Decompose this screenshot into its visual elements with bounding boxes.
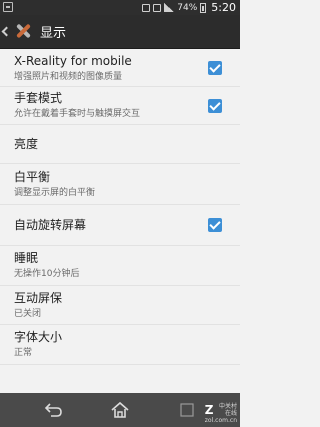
setting-white-balance[interactable]: 白平衡 调整显示屏的白平衡 <box>0 164 240 205</box>
navigation-bar: Z 中关村在线 zol.com.cn <box>0 393 240 427</box>
setting-title: 自动旋转屏幕 <box>14 217 87 232</box>
setting-title: 白平衡 <box>14 169 51 184</box>
setting-title: 互动屏保 <box>14 290 63 305</box>
setting-x-reality[interactable]: X-Reality for mobile 增强照片和视频的图像质量 <box>0 50 240 87</box>
setting-title: 字体大小 <box>14 330 63 344</box>
settings-tools-icon[interactable] <box>12 21 34 43</box>
status-bar: 74% 5:20 <box>0 0 240 15</box>
battery-icon <box>200 2 207 13</box>
battery-percent: 74% <box>177 2 198 13</box>
signal-icon <box>164 3 175 12</box>
page-title: 显示 <box>40 26 67 41</box>
setting-daydream[interactable]: 互动屏保 已关闭 <box>0 286 240 325</box>
home-button[interactable] <box>95 393 145 427</box>
notification-icon <box>3 2 13 12</box>
status-icons: 74% 5:20 <box>142 1 236 14</box>
setting-glove-mode[interactable]: 手套模式 允许在戴着手套时与触摸屏交互 <box>0 87 240 125</box>
action-bar: 显示 <box>0 15 240 49</box>
watermark-logo: Z <box>204 403 214 417</box>
checkbox-checked-icon[interactable] <box>208 61 222 75</box>
setting-title: X-Reality for mobile <box>14 53 132 68</box>
setting-summary: 调整显示屏的白平衡 <box>14 187 96 198</box>
setting-title: 亮度 <box>14 136 39 151</box>
setting-summary: 无操作10分钟后 <box>14 269 80 279</box>
setting-sleep[interactable]: 睡眠 无操作10分钟后 <box>0 246 240 286</box>
vibrate-icon <box>153 3 162 12</box>
setting-title: 手套模式 <box>14 91 63 105</box>
recent-apps-icon <box>180 403 194 417</box>
checkbox-checked-icon[interactable] <box>208 218 222 232</box>
setting-summary: 允许在戴着手套时与触摸屏交互 <box>14 109 141 119</box>
back-button[interactable] <box>28 393 78 427</box>
watermark-line2: zol.com.cn <box>204 417 237 424</box>
settings-list: X-Reality for mobile 增强照片和视频的图像质量 手套模式 允… <box>0 50 240 393</box>
up-navigation-icon[interactable] <box>0 15 10 49</box>
setting-font-size[interactable]: 字体大小 正常 <box>0 325 240 365</box>
setting-summary: 已关闭 <box>14 308 42 319</box>
back-arrow-icon <box>44 403 62 417</box>
setting-title: 睡眠 <box>14 251 39 265</box>
setting-brightness[interactable]: 亮度 <box>0 125 240 164</box>
setting-auto-rotate[interactable]: 自动旋转屏幕 <box>0 205 240 246</box>
home-icon <box>111 401 129 418</box>
clock: 5:20 <box>211 1 236 14</box>
checkbox-checked-icon[interactable] <box>208 98 222 113</box>
watermark: Z 中关村在线 zol.com.cn <box>205 403 237 424</box>
setting-summary: 正常 <box>14 348 33 358</box>
setting-summary: 增强照片和视频的图像质量 <box>14 71 123 82</box>
nfc-icon <box>142 3 151 12</box>
